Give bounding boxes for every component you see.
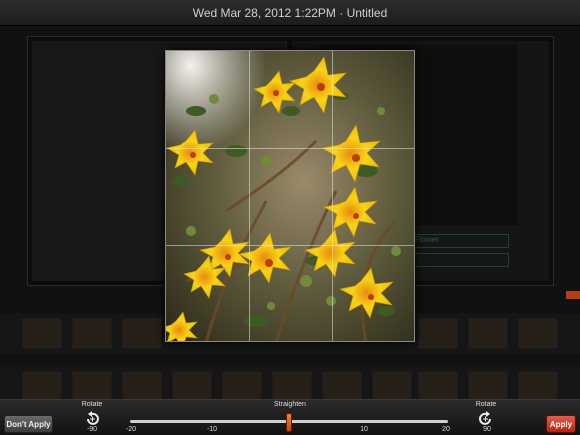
- straighten-label: Straighten: [274, 401, 306, 408]
- crop-grid-line: [332, 51, 333, 341]
- thumbnail: [518, 371, 558, 402]
- thumbnail: [22, 318, 62, 349]
- crop-grid-line: [166, 148, 414, 149]
- caption-field: [412, 253, 509, 267]
- thumbnail: [272, 371, 312, 402]
- caption-field: Flower: [412, 234, 509, 248]
- thumbnail: [22, 371, 62, 402]
- page-marker: [566, 291, 580, 299]
- window-title: Wed Mar 28, 2012 1:22PM · Untitled: [192, 6, 388, 20]
- slider-tick-label: -10: [206, 426, 218, 433]
- rotate-left-label: Rotate: [81, 401, 103, 408]
- straighten-slider-thumb[interactable]: [286, 413, 292, 432]
- window-title-bar: Wed Mar 28, 2012 1:22PM · Untitled: [0, 0, 580, 26]
- thumbnail: [122, 318, 162, 349]
- rotate-ccw-icon[interactable]: [84, 410, 100, 426]
- rotate-right-label: Rotate: [475, 401, 497, 408]
- thumbnail: [322, 371, 362, 402]
- slider-tick-label: 20: [442, 426, 450, 433]
- photo-crop-area[interactable]: [165, 50, 415, 342]
- thumbnail: [418, 371, 458, 402]
- thumbnail: [468, 371, 508, 402]
- thumbnail: [72, 371, 112, 402]
- thumbnail: [468, 318, 508, 349]
- apply-button[interactable]: Apply: [546, 415, 576, 433]
- thumbnail: [518, 318, 558, 349]
- thumbnail: [418, 318, 458, 349]
- thumbnail: [72, 318, 112, 349]
- thumbnail: [372, 371, 412, 402]
- rotate-left-value: -90: [86, 426, 98, 433]
- thumbnail: [172, 371, 212, 402]
- slider-tick-label: 10: [360, 426, 368, 433]
- edit-toolbar: Don't Apply Rotate -90 Straighten -20 -1…: [0, 399, 580, 435]
- rotate-cw-icon[interactable]: [478, 410, 494, 426]
- dont-apply-button[interactable]: Don't Apply: [4, 415, 53, 433]
- thumbnail: [222, 371, 262, 402]
- slider-tick-label: -20: [125, 426, 137, 433]
- crop-grid-line: [166, 245, 414, 246]
- flower-photo: [166, 51, 414, 341]
- crop-grid-line: [249, 51, 250, 341]
- rotate-right-value: 90: [483, 426, 491, 433]
- thumbnail: [122, 371, 162, 402]
